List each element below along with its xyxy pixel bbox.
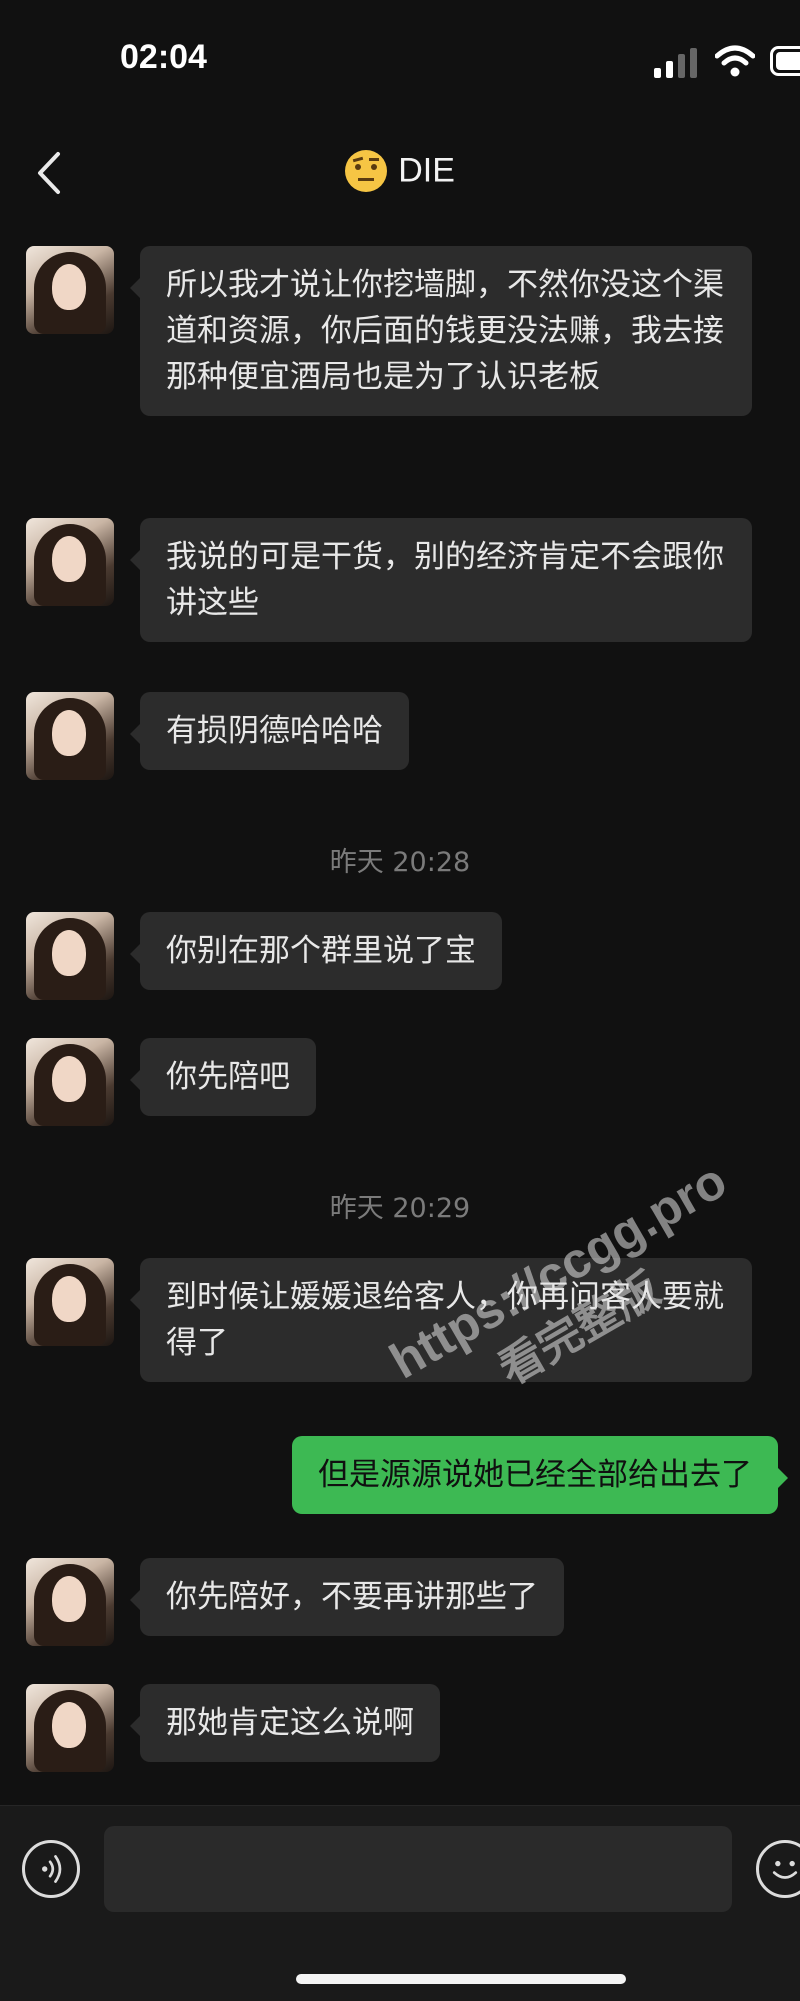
- contact-avatar[interactable]: [26, 1258, 114, 1346]
- home-indicator[interactable]: [296, 1974, 626, 1984]
- status-bar: 02:04: [0, 0, 800, 130]
- message-list[interactable]: 所以我才说让你挖墙脚，不然你没这个渠道和资源，你后面的钱更没法赚，我去接那种便宜…: [0, 220, 800, 1800]
- battery-icon: [770, 46, 800, 76]
- contact-avatar[interactable]: [26, 246, 114, 334]
- voice-input-icon[interactable]: [22, 1840, 80, 1898]
- wifi-icon: [715, 44, 755, 78]
- contact-avatar[interactable]: [26, 518, 114, 606]
- contact-avatar[interactable]: [26, 1684, 114, 1772]
- timestamp: 昨天 20:29: [0, 1186, 800, 1225]
- emoji-icon[interactable]: [756, 1840, 800, 1898]
- contact-avatar[interactable]: [26, 692, 114, 780]
- contact-avatar[interactable]: [26, 912, 114, 1000]
- message-bubble[interactable]: 到时候让媛媛退给客人，你再问客人要就得了: [140, 1258, 752, 1382]
- status-time: 02:04: [120, 38, 207, 77]
- timestamp: 昨天 20:28: [0, 840, 800, 879]
- cellular-signal-icon: [654, 48, 700, 78]
- message-bubble[interactable]: 你先陪吧: [140, 1038, 316, 1116]
- message-input[interactable]: [104, 1826, 732, 1912]
- contact-avatar[interactable]: [26, 1558, 114, 1646]
- chat-header: DIE: [0, 130, 800, 220]
- chat-title: DIE: [0, 150, 800, 192]
- raised-eyebrow-face-icon: [345, 150, 387, 192]
- contact-name: DIE: [398, 152, 455, 190]
- message-bubble[interactable]: 你别在那个群里说了宝: [140, 912, 502, 990]
- message-bubble[interactable]: 那她肯定这么说啊: [140, 1684, 440, 1762]
- contact-avatar[interactable]: [26, 1038, 114, 1126]
- sent-message-bubble[interactable]: 但是源源说她已经全部给出去了: [292, 1436, 778, 1514]
- message-bubble[interactable]: 有损阴德哈哈哈: [140, 692, 409, 770]
- message-bubble[interactable]: 所以我才说让你挖墙脚，不然你没这个渠道和资源，你后面的钱更没法赚，我去接那种便宜…: [140, 246, 752, 416]
- message-bubble[interactable]: 你先陪好，不要再讲那些了: [140, 1558, 564, 1636]
- input-bar: [0, 1805, 800, 2001]
- message-bubble[interactable]: 我说的可是干货，别的经济肯定不会跟你讲这些: [140, 518, 752, 642]
